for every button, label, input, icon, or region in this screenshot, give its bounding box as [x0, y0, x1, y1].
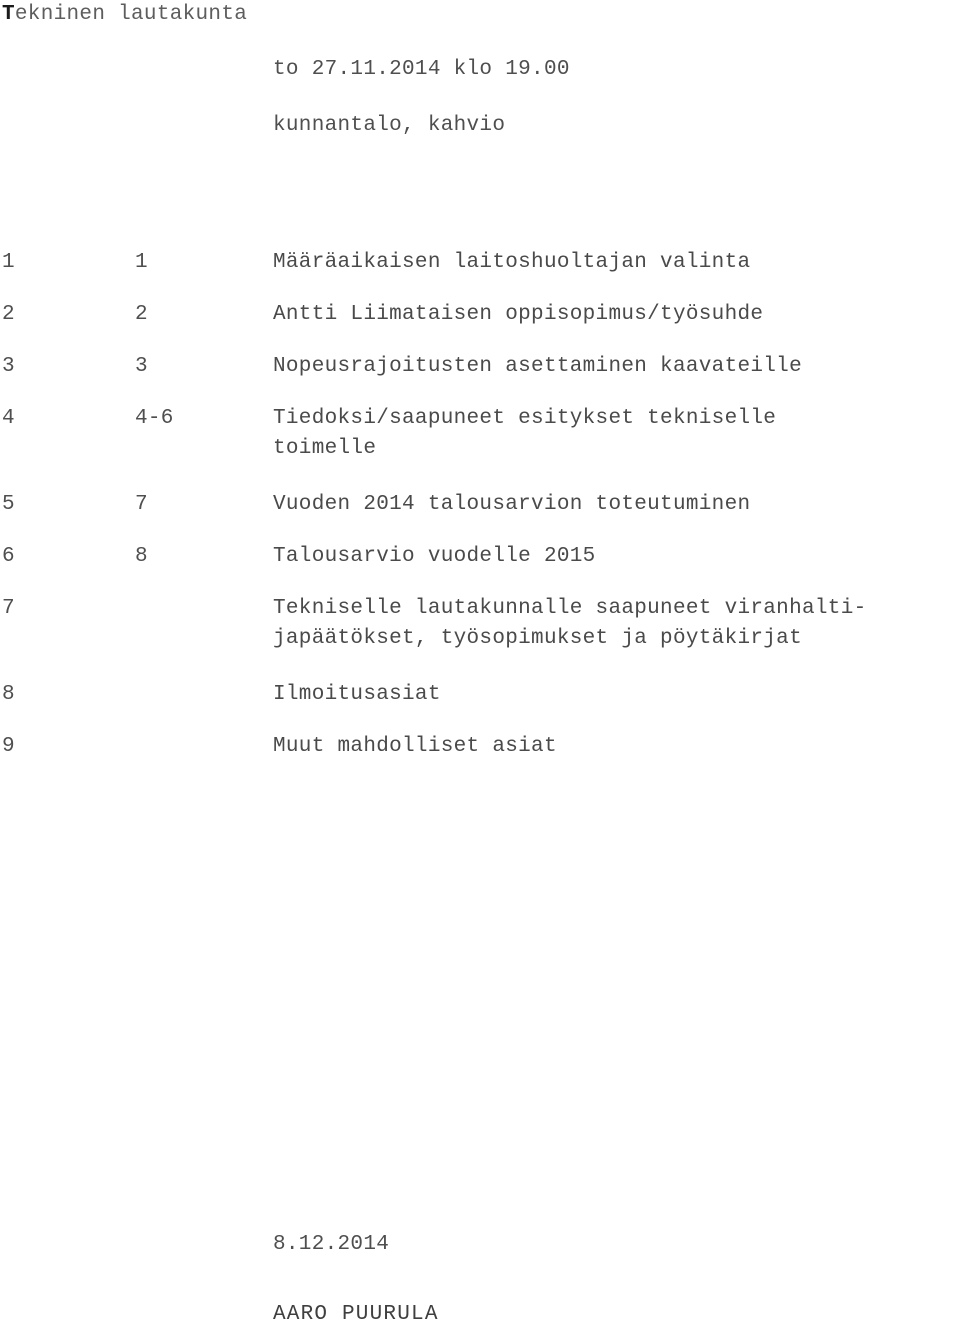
agenda-row-title-line: Tiedoksi/saapuneet esitykset tekniselle	[273, 407, 777, 430]
agenda-row-reference: 4-6	[135, 407, 174, 430]
agenda-row: 7 Tekniselle lautakunnalle saapuneet vira…	[0, 594, 960, 654]
agenda-row-reference: 8	[135, 545, 148, 568]
agenda-list: 1 1 Määräaikaisen laitoshuoltajan valinta 2…	[0, 248, 960, 784]
agenda-row-title: Tiedoksi/saapuneet esitykset tekniselle t…	[273, 404, 960, 464]
agenda-row-index: 2	[2, 303, 15, 326]
agenda-row-reference: 2	[135, 303, 148, 326]
agenda-row-reference: 7	[135, 493, 148, 516]
agenda-row-title: Tekniselle lautakunnalle saapuneet viran…	[273, 594, 960, 654]
agenda-row-title-line: Talousarvio vuodelle 2015	[273, 545, 596, 568]
agenda-row-title-line: japäätökset, työsopimukset ja pöytäkirja…	[273, 627, 802, 650]
agenda-row-title-line: Vuoden 2014 talousarvion toteutuminen	[273, 493, 751, 516]
agenda-row-reference: 3	[135, 355, 148, 378]
agenda-row-reference: 1	[135, 251, 148, 274]
agenda-row-title-line: Muut mahdolliset asiat	[273, 735, 557, 758]
agenda-row: 4 4-6 Tiedoksi/saapuneet esitykset teknise…	[0, 404, 960, 464]
agenda-row: 6 8 Talousarvio vuodelle 2015	[0, 542, 960, 572]
agenda-row-title: Määräaikaisen laitoshuoltajan valinta	[273, 248, 960, 278]
agenda-row-index: 5	[2, 493, 15, 516]
page-title-rest: ekninen lautakunta	[14, 3, 248, 26]
agenda-row-title: Nopeusrajoitusten asettaminen kaavateill…	[273, 352, 960, 382]
agenda-row-title-line: Antti Liimataisen oppisopimus/työsuhde	[273, 303, 764, 326]
meeting-location: kunnantalo, kahvio	[273, 114, 506, 137]
footer-date: 8.12.2014	[273, 1233, 390, 1256]
agenda-row: 8 Ilmoitusasiat	[0, 680, 960, 710]
agenda-row: 5 7 Vuoden 2014 talousarvion toteutuminen	[0, 490, 960, 520]
page-title: Tekninen lautakunta	[2, 2, 247, 28]
agenda-row-index: 3	[2, 355, 15, 378]
agenda-row-title-line: Määräaikaisen laitoshuoltajan valinta	[273, 251, 751, 274]
agenda-row: 3 3 Nopeusrajoitusten asettaminen kaavatei…	[0, 352, 960, 382]
agenda-row-title-line: Ilmoitusasiat	[273, 683, 441, 706]
agenda-row-index: 4	[2, 407, 15, 430]
agenda-row-title: Talousarvio vuodelle 2015	[273, 542, 960, 572]
agenda-row: 2 2 Antti Liimataisen oppisopimus/työsuhde	[0, 300, 960, 330]
footer-signature: AARO PUURULA	[273, 1303, 439, 1324]
agenda-row-title: Vuoden 2014 talousarvion toteutuminen	[273, 490, 960, 520]
meeting-datetime: to 27.11.2014 klo 19.00	[273, 58, 570, 81]
agenda-row-index: 8	[2, 683, 15, 706]
document-page: Tekninen lautakunta to 27.11.2014 klo 19…	[0, 0, 960, 1324]
agenda-row-index: 6	[2, 545, 15, 568]
page-title-initial: T	[2, 3, 15, 26]
agenda-row-title: Ilmoitusasiat	[273, 680, 960, 710]
agenda-row-title: Antti Liimataisen oppisopimus/työsuhde	[273, 300, 960, 330]
agenda-row-index: 1	[2, 251, 15, 274]
agenda-row-title-line: Tekniselle lautakunnalle saapuneet viran…	[273, 597, 867, 620]
agenda-row-index: 9	[2, 735, 15, 758]
agenda-row: 9 Muut mahdolliset asiat	[0, 732, 960, 762]
agenda-row-title: Muut mahdolliset asiat	[273, 732, 960, 762]
agenda-row-title-line: Nopeusrajoitusten asettaminen kaavateill…	[273, 355, 802, 378]
agenda-row-index: 7	[2, 597, 15, 620]
agenda-row-title-line: toimelle	[273, 437, 377, 460]
agenda-row: 1 1 Määräaikaisen laitoshuoltajan valinta	[0, 248, 960, 278]
